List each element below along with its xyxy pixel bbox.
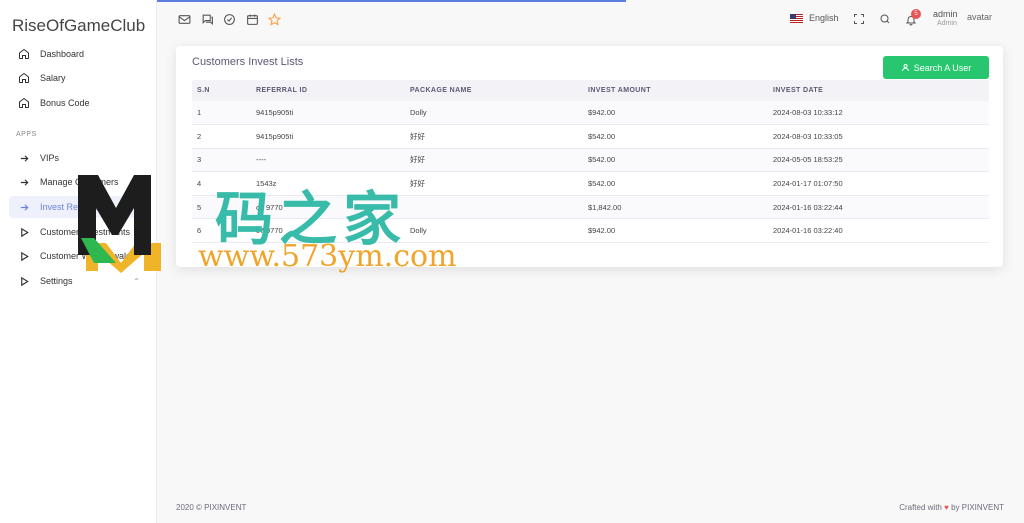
chevron-up-icon: ⌃: [133, 276, 140, 286]
table-cell: $942.00: [583, 218, 768, 244]
table-row: 2 9415p905ti 好好 $542.00 2024-08-03 10:33…: [192, 124, 989, 149]
us-flag-icon: [790, 13, 803, 23]
table-row: 1 9415p905ti Dolly $942.00 2024-08-03 10…: [192, 101, 989, 126]
home-icon: [17, 71, 31, 85]
footer-crafted-prefix: Crafted with: [899, 503, 942, 512]
sidebar-item-bonus-code[interactable]: Bonus Code: [9, 92, 148, 114]
user-role: Admin: [937, 20, 957, 27]
column-header: INVEST DATE: [768, 80, 989, 101]
arrow-right-icon: [17, 151, 31, 165]
watermark-url: www.573ym.com: [198, 239, 457, 274]
table-cell: $542.00: [583, 171, 768, 196]
arrow-right-icon: [17, 175, 31, 189]
arrow-right-icon: [17, 200, 31, 214]
home-icon: [17, 96, 31, 110]
footer-copyright: 2020 © PIXINVENT: [176, 503, 247, 512]
sidebar-item-dashboard[interactable]: Dashboard: [9, 43, 148, 65]
table-cell: 1: [192, 101, 251, 126]
table-cell: $542.00: [583, 124, 768, 149]
table-cell: 2024-01-16 03:22:40: [768, 218, 989, 244]
sidebar-item-salary[interactable]: Salary: [9, 67, 148, 89]
column-header: REFERRAL ID: [251, 80, 405, 101]
user-name[interactable]: admin: [933, 9, 958, 19]
table-cell: 2: [192, 124, 251, 149]
table-header-row: S.N REFERRAL ID PACKAGE NAME INVEST AMOU…: [192, 80, 989, 101]
table-cell: ----: [251, 148, 405, 173]
sidebar-item-label: Dashboard: [40, 49, 85, 59]
sidebar-item-label: Bonus Code: [40, 98, 90, 108]
footer-credits: Crafted with ♥ by PIXINVENT: [899, 503, 1004, 512]
table-cell: 2024-08-03 10:33:12: [768, 101, 989, 126]
sidebar-item-label: VIPs: [40, 153, 60, 163]
avatar[interactable]: avatar: [967, 12, 992, 22]
table-cell: $542.00: [583, 148, 768, 173]
fullscreen-icon[interactable]: [852, 12, 866, 26]
table-cell: 9415p905ti: [251, 101, 405, 126]
nav-section-apps: APPS: [16, 131, 37, 138]
check-circle-icon[interactable]: [222, 12, 236, 26]
calendar-icon[interactable]: [245, 12, 259, 26]
sidebar-item-vips[interactable]: VIPs: [9, 147, 148, 169]
column-header: S.N: [192, 80, 251, 101]
search-user-button-label: Search A User: [913, 62, 972, 73]
card-title: Customers Invest Lists: [192, 56, 304, 68]
table-cell: $1,842.00: [583, 195, 768, 220]
home-icon: [17, 47, 31, 61]
notification-badge: 5: [911, 9, 921, 19]
play-icon: [17, 225, 31, 239]
column-header: INVEST AMOUNT: [583, 80, 768, 101]
table-cell: [405, 195, 583, 220]
brand-title[interactable]: RiseOfGameClub: [12, 16, 145, 36]
table-cell: 好好: [405, 171, 583, 196]
watermark-logo: [78, 175, 161, 273]
table-cell: Dolly: [405, 101, 583, 126]
play-icon: [17, 274, 31, 288]
search-icon[interactable]: [878, 12, 892, 26]
chat-icon[interactable]: [200, 12, 214, 26]
heart-icon: ♥: [944, 503, 949, 512]
table-cell: 2024-01-17 01:07:50: [768, 171, 989, 196]
table-cell: 好好: [405, 124, 583, 149]
table-cell: 2024-01-16 03:22:44: [768, 195, 989, 220]
star-icon[interactable]: [267, 12, 281, 26]
top-navbar: [157, 0, 1024, 40]
language-selector[interactable]: English: [790, 13, 839, 23]
table-row: 3 ---- 好好 $542.00 2024-05-05 18:53:25: [192, 148, 989, 173]
table-cell: $942.00: [583, 101, 768, 126]
table-cell: 3: [192, 148, 251, 173]
mail-icon[interactable]: [177, 12, 191, 26]
table-cell: 好好: [405, 148, 583, 173]
sidebar-item-settings[interactable]: Settings ⌃: [9, 270, 148, 292]
table-cell: 9415p905ti: [251, 124, 405, 149]
sidebar-item-label: Salary: [40, 73, 66, 83]
language-label: English: [809, 13, 839, 23]
table-cell: 2024-08-03 10:33:05: [768, 124, 989, 149]
footer-crafted-suffix: by PIXINVENT: [951, 503, 1004, 512]
table-cell: 2024-05-05 18:53:25: [768, 148, 989, 173]
user-icon: [901, 64, 909, 71]
search-user-button[interactable]: Search A User: [883, 56, 989, 79]
column-header: PACKAGE NAME: [405, 80, 583, 101]
sidebar-item-label: Settings: [40, 276, 73, 286]
play-icon: [17, 249, 31, 263]
